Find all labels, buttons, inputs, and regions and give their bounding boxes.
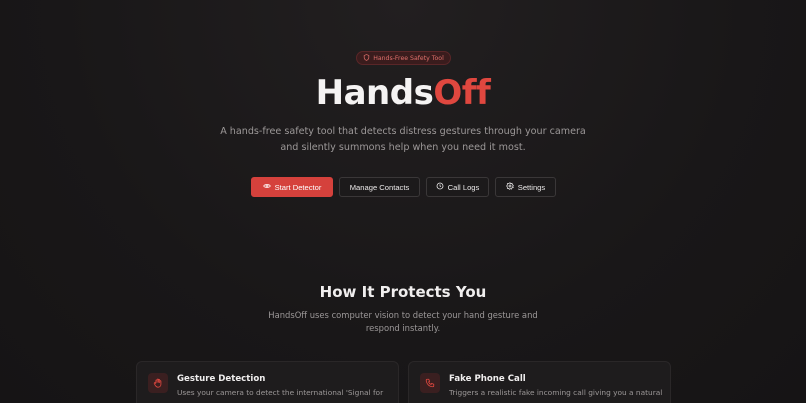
settings-label: Settings bbox=[517, 182, 546, 192]
start-detector-button[interactable]: Start Detector bbox=[251, 177, 333, 197]
page-title: HandsOff bbox=[0, 73, 806, 113]
feature-description: Uses your camera to detect the internati… bbox=[177, 388, 384, 397]
gear-icon bbox=[505, 182, 514, 192]
section-subtitle: HandsOff uses computer vision to detect … bbox=[268, 310, 538, 333]
clock-icon bbox=[436, 182, 444, 192]
hand-icon bbox=[148, 373, 168, 393]
eye-icon bbox=[262, 182, 271, 192]
feature-description: Triggers a realistic fake incoming call … bbox=[449, 388, 663, 397]
settings-button[interactable]: Settings bbox=[495, 177, 556, 197]
feature-card-gesture-detection: Gesture Detection Uses your camera to de… bbox=[136, 361, 399, 403]
phone-icon bbox=[420, 373, 440, 393]
feature-card-fake-phone-call: Fake Phone Call Triggers a realistic fak… bbox=[408, 361, 671, 403]
hero-subtitle: A hands-free safety tool that detects di… bbox=[220, 126, 586, 153]
badge-label: Hands-Free Safety Tool bbox=[373, 54, 444, 62]
shield-icon bbox=[363, 53, 370, 63]
manage-contacts-button[interactable]: Manage Contacts bbox=[339, 177, 420, 197]
manage-contacts-label: Manage Contacts bbox=[349, 182, 410, 192]
section-title: How It Protects You bbox=[319, 283, 487, 301]
call-logs-button[interactable]: Call Logs bbox=[426, 177, 489, 197]
title-main: Hands bbox=[315, 73, 434, 113]
feature-title: Gesture Detection bbox=[177, 374, 266, 384]
hero-badge: Hands-Free Safety Tool bbox=[356, 51, 451, 65]
feature-title: Fake Phone Call bbox=[449, 374, 526, 384]
call-logs-label: Call Logs bbox=[447, 182, 480, 192]
start-detector-label: Start Detector bbox=[274, 182, 322, 192]
title-accent: Off bbox=[433, 73, 491, 113]
